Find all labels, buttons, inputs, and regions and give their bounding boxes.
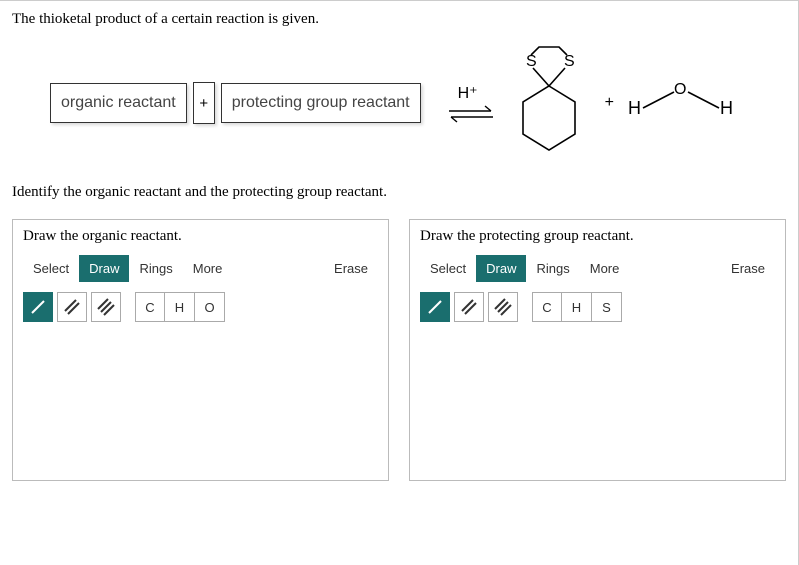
water-byproduct-structure: H O H <box>626 78 736 128</box>
more-tab[interactable]: More <box>580 255 630 282</box>
sub-prompt-text: Identify the organic reactant and the pr… <box>12 184 786 201</box>
erase-button[interactable]: Erase <box>324 255 378 282</box>
single-bond-icon[interactable] <box>420 292 450 322</box>
organic-reactant-box[interactable]: organic reactant <box>50 83 187 123</box>
equilibrium-arrows-icon <box>447 105 495 123</box>
triple-bond-icon[interactable] <box>488 292 518 322</box>
thioketal-product-structure: S S <box>505 44 593 162</box>
draw-toolbar: Select Draw Rings More Erase <box>420 255 775 282</box>
panel-title: Draw the protecting group reactant. <box>420 228 775 245</box>
bond-element-row: C H O <box>23 292 378 322</box>
svg-text:S: S <box>526 53 537 70</box>
element-buttons: C H O <box>135 292 225 322</box>
plus-box: + <box>193 82 215 124</box>
erase-button[interactable]: Erase <box>721 255 775 282</box>
bond-element-row: C H S <box>420 292 775 322</box>
svg-text:H: H <box>720 98 733 118</box>
catalyst-label: H⁺ <box>458 83 478 103</box>
double-bond-icon[interactable] <box>454 292 484 322</box>
more-tab[interactable]: More <box>183 255 233 282</box>
element-h-button[interactable]: H <box>165 292 195 322</box>
draw-toolbar: Select Draw Rings More Erase <box>23 255 378 282</box>
single-bond-icon[interactable] <box>23 292 53 322</box>
question-container: The thioketal product of a certain react… <box>0 0 799 565</box>
svg-text:O: O <box>674 81 686 98</box>
draw-tab[interactable]: Draw <box>79 255 129 282</box>
equilibrium-block: H⁺ <box>437 83 499 123</box>
select-tab[interactable]: Select <box>420 255 476 282</box>
svg-text:S: S <box>564 53 575 70</box>
rings-tab[interactable]: Rings <box>129 255 182 282</box>
element-buttons: C H S <box>532 292 622 322</box>
rings-tab[interactable]: Rings <box>526 255 579 282</box>
panel-title: Draw the organic reactant. <box>23 228 378 245</box>
plus-symbol: + <box>605 94 614 112</box>
element-c-button[interactable]: C <box>532 292 562 322</box>
element-o-button[interactable]: O <box>195 292 225 322</box>
svg-text:H: H <box>628 98 641 118</box>
double-bond-icon[interactable] <box>57 292 87 322</box>
prompt-text: The thioketal product of a certain react… <box>12 11 786 28</box>
element-s-button[interactable]: S <box>592 292 622 322</box>
draw-tab[interactable]: Draw <box>476 255 526 282</box>
protecting-group-panel: Draw the protecting group reactant. Sele… <box>409 219 786 481</box>
drawing-panels: Draw the organic reactant. Select Draw R… <box>12 219 786 481</box>
triple-bond-icon[interactable] <box>91 292 121 322</box>
select-tab[interactable]: Select <box>23 255 79 282</box>
element-h-button[interactable]: H <box>562 292 592 322</box>
organic-reactant-panel: Draw the organic reactant. Select Draw R… <box>12 219 389 481</box>
protecting-group-box[interactable]: protecting group reactant <box>221 83 421 123</box>
reaction-scheme: organic reactant + protecting group reac… <box>50 44 786 162</box>
element-c-button[interactable]: C <box>135 292 165 322</box>
